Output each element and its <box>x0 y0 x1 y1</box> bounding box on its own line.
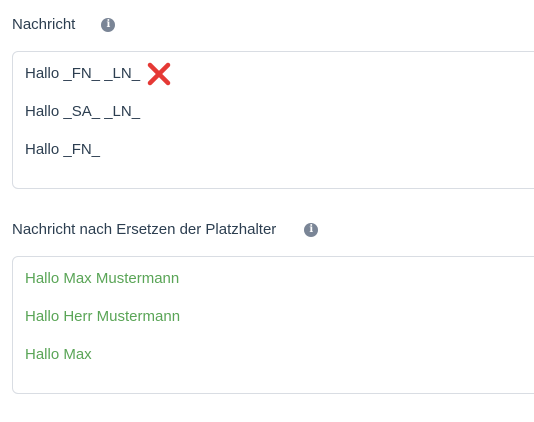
message-textarea[interactable]: Hallo _FN_ _LN_ Hallo _SA_ _LN_ Hallo _F… <box>12 51 534 189</box>
result-line: Hallo Max Mustermann <box>25 270 180 287</box>
result-label: Nachricht nach Ersetzen der Platzhalter <box>12 221 277 238</box>
message-label-row: Nachricht i <box>12 16 116 33</box>
info-icon[interactable]: i <box>304 222 319 237</box>
message-line: Hallo _SA_ _LN_ <box>25 103 141 120</box>
info-icon[interactable]: i <box>101 17 116 32</box>
error-x-icon <box>147 62 171 86</box>
result-line: Hallo Max <box>25 346 92 363</box>
result-preview-box: Hallo Max Mustermann Hallo Herr Musterma… <box>12 256 534 394</box>
result-label-row: Nachricht nach Ersetzen der Platzhalter … <box>12 221 319 238</box>
message-label: Nachricht <box>12 16 76 33</box>
result-line: Hallo Herr Mustermann <box>25 308 181 325</box>
message-line: Hallo _FN_ _LN_ <box>25 65 141 82</box>
message-line: Hallo _FN_ <box>25 141 101 158</box>
